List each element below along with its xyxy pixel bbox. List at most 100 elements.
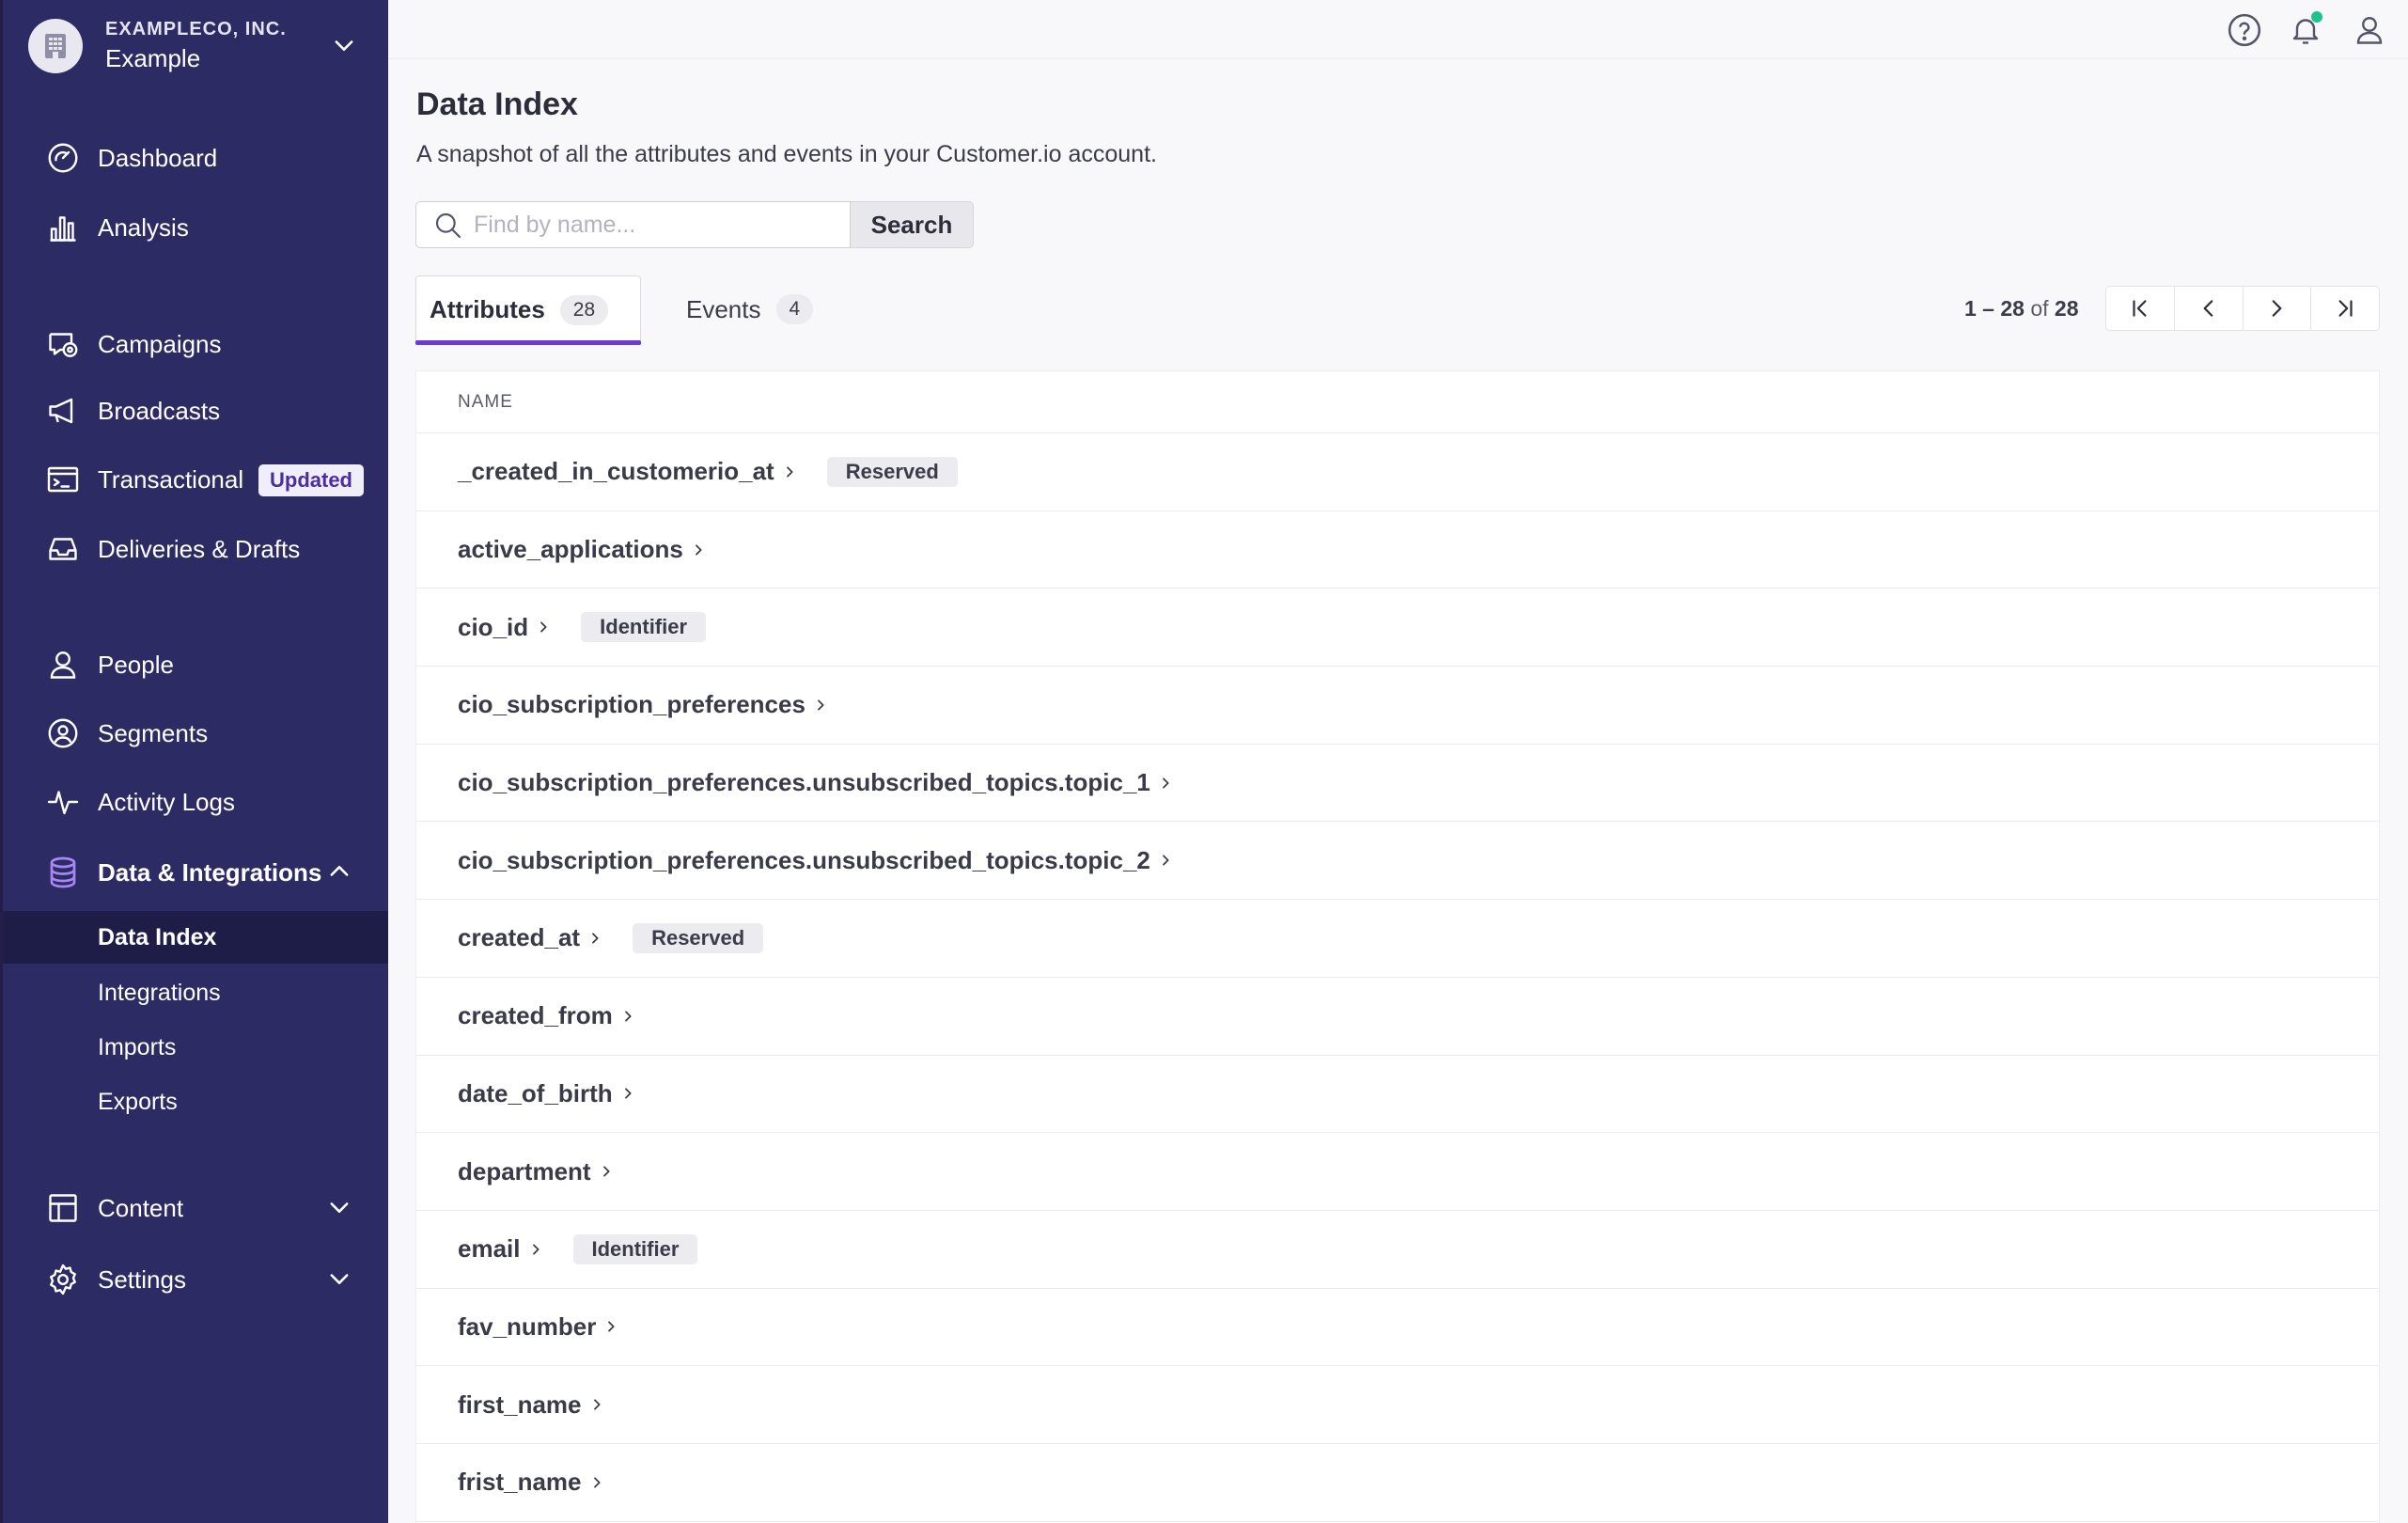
sidebar-item-campaigns[interactable]: Campaigns (0, 319, 388, 369)
attributes-table: NAME _created_in_customerio_at Reserved ac… (415, 370, 2380, 1523)
tab-attributes[interactable]: Attributes 28 (415, 275, 641, 345)
sidebar-item-transactional[interactable]: Transactional Updated (0, 454, 388, 505)
table-header: NAME (416, 371, 2379, 433)
sidebar-item-activity-logs[interactable]: Activity Logs (0, 777, 388, 827)
table-row[interactable]: _created_in_customerio_at Reserved (416, 433, 2379, 511)
sidebar-item-label: Deliveries & Drafts (98, 534, 301, 563)
sidebar-item-label: Broadcasts (98, 396, 221, 425)
sidebar-item-settings[interactable]: Settings (0, 1254, 388, 1305)
subnav-label: Integrations (98, 979, 221, 1006)
pagination-controls (2105, 286, 2380, 331)
segment-icon (45, 715, 81, 751)
attribute-badge: Identifier (581, 612, 707, 643)
table-row[interactable]: created_from (416, 978, 2379, 1056)
bell-icon[interactable] (2287, 11, 2324, 49)
attribute-name[interactable]: created_at (458, 923, 580, 952)
user-icon[interactable] (2351, 11, 2388, 49)
sidebar-item-label: People (98, 650, 174, 679)
sidebar-item-label: Campaigns (98, 329, 222, 358)
chevron-down-icon[interactable] (331, 32, 357, 63)
table-row[interactable]: cio_subscription_preferences.unsubscribe… (416, 822, 2379, 901)
attribute-name[interactable]: created_from (458, 1001, 613, 1030)
sidebar-item-data-integrations[interactable]: Data & Integrations (0, 847, 388, 898)
search-button[interactable]: Search (851, 201, 974, 248)
sidebar-item-people[interactable]: People (0, 639, 388, 690)
search-field[interactable] (415, 201, 851, 248)
attribute-name[interactable]: cio_subscription_preferences (458, 690, 805, 719)
table-row[interactable]: fav_number (416, 1289, 2379, 1367)
sidebar-item-label: Settings (98, 1264, 186, 1294)
subnav-item-integrations[interactable]: Integrations (3, 966, 388, 1019)
page-title: Data Index (416, 86, 578, 122)
chevron-down-icon[interactable] (326, 1194, 352, 1225)
table-row[interactable]: email Identifier (416, 1211, 2379, 1289)
help-icon[interactable] (2226, 11, 2263, 49)
gauge-icon (45, 140, 81, 176)
sidebar-item-label: Transactional (98, 464, 244, 494)
table-row[interactable]: date_of_birth (416, 1056, 2379, 1134)
attribute-name[interactable]: cio_subscription_preferences.unsubscribe… (458, 846, 1150, 875)
pagination-summary: 1 – 28 of 28 (1964, 296, 2079, 322)
sidebar-item-analysis[interactable]: Analysis (0, 202, 388, 253)
subnav-label: Exports (98, 1088, 178, 1115)
sidebar-item-segments[interactable]: Segments (0, 708, 388, 759)
attribute-name[interactable]: department (458, 1157, 591, 1186)
pagination-total: 28 (2054, 296, 2079, 321)
layout-icon (45, 1190, 81, 1226)
top-bar (388, 0, 2408, 59)
table-row[interactable]: active_applications (416, 511, 2379, 589)
workspace-switcher[interactable]: EXAMPLECO, INC. Example (28, 17, 357, 75)
chevron-right-icon (587, 931, 602, 946)
tab-events[interactable]: Events 4 (669, 275, 857, 343)
table-row[interactable]: frist_name (416, 1444, 2379, 1522)
attribute-name[interactable]: active_applications (458, 535, 683, 564)
chevron-up-icon[interactable] (326, 858, 352, 889)
attribute-name[interactable]: cio_id (458, 613, 528, 642)
last-page-icon[interactable] (2311, 287, 2379, 330)
inbox-icon (45, 531, 81, 567)
chevron-right-icon (599, 1164, 614, 1179)
sidebar-item-label: Data & Integrations (98, 857, 322, 887)
next-page-icon[interactable] (2244, 287, 2312, 330)
sidebar-item-broadcasts[interactable]: Broadcasts (0, 385, 388, 436)
gear-icon (45, 1262, 81, 1297)
attribute-name[interactable]: frist_name (458, 1468, 582, 1497)
terminal-icon (45, 462, 81, 497)
chevron-right-icon (813, 698, 828, 713)
chevron-right-icon (1158, 776, 1173, 791)
attribute-name[interactable]: fav_number (458, 1312, 596, 1342)
table-row[interactable]: department (416, 1133, 2379, 1211)
attribute-name[interactable]: cio_subscription_preferences.unsubscribe… (458, 768, 1150, 797)
attribute-badge: Reserved (633, 922, 764, 953)
table-row[interactable]: cio_id Identifier (416, 589, 2379, 667)
page-subtitle: A snapshot of all the attributes and eve… (416, 141, 1157, 167)
previous-page-icon[interactable] (2175, 287, 2244, 330)
sidebar-item-label: Activity Logs (98, 787, 235, 816)
attribute-name[interactable]: email (458, 1234, 521, 1264)
sidebar-item-deliveries[interactable]: Deliveries & Drafts (0, 524, 388, 574)
tab-label: Attributes (430, 295, 545, 323)
subnav-item-data-index[interactable]: Data Index (3, 911, 388, 964)
search-input[interactable] (472, 210, 833, 240)
campaign-icon (45, 326, 81, 362)
sidebar: EXAMPLECO, INC. Example Dashboard Analys… (0, 0, 388, 1523)
sidebar-item-dashboard[interactable]: Dashboard (0, 133, 388, 183)
table-row[interactable]: cio_subscription_preferences.unsubscribe… (416, 745, 2379, 823)
table-row[interactable]: created_at Reserved (416, 900, 2379, 978)
sidebar-item-label: Dashboard (98, 143, 218, 172)
attribute-name[interactable]: date_of_birth (458, 1079, 613, 1108)
sidebar-item-label: Content (98, 1193, 184, 1222)
sidebar-item-content[interactable]: Content (0, 1183, 388, 1233)
workspace-name: Example (105, 44, 201, 72)
chevron-down-icon[interactable] (326, 1265, 352, 1296)
attribute-name[interactable]: first_name (458, 1390, 582, 1420)
table-row[interactable]: first_name (416, 1366, 2379, 1444)
megaphone-icon (45, 393, 81, 429)
subnav-label: Data Index (98, 923, 217, 950)
subnav-item-imports[interactable]: Imports (3, 1021, 388, 1074)
chevron-right-icon (603, 1319, 618, 1334)
table-row[interactable]: cio_subscription_preferences (416, 667, 2379, 745)
subnav-item-exports[interactable]: Exports (3, 1076, 388, 1128)
attribute-name[interactable]: _created_in_customerio_at (458, 457, 774, 486)
first-page-icon[interactable] (2106, 287, 2175, 330)
